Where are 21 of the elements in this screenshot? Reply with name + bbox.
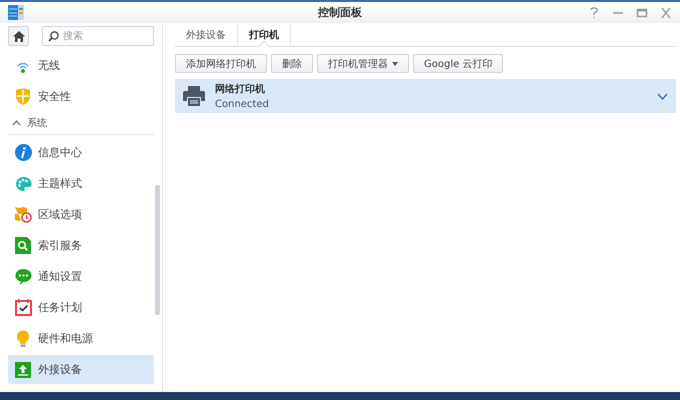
- sidebar-item[interactable]: 硬件和电源: [8, 324, 154, 353]
- sidebar-item[interactable]: 任务计划: [8, 293, 154, 322]
- printer-name: 网络打印机: [215, 82, 266, 96]
- sidebar-item[interactable]: 主题样式: [8, 169, 154, 198]
- toolbar-button[interactable]: Google 云打印: [413, 54, 504, 73]
- printer-status: Connected: [215, 99, 269, 110]
- toolbar-button[interactable]: 删除: [271, 54, 313, 73]
- tab[interactable]: 外接设备: [175, 23, 238, 46]
- sidebar-item[interactable]: 索引服务: [8, 231, 154, 260]
- printer-row[interactable]: 网络打印机 Connected: [175, 79, 676, 113]
- section-header[interactable]: 系统: [8, 112, 154, 135]
- window-title: 控制面板: [318, 6, 362, 19]
- sidebar-item[interactable]: 信息中心: [8, 138, 154, 167]
- toolbar-button[interactable]: 添加网络打印机: [175, 54, 267, 73]
- dropdown-button[interactable]: 打印机管理器: [317, 54, 409, 73]
- sidebar-item[interactable]: 安全性: [8, 82, 154, 111]
- sidebar-item[interactable]: 区域选项: [8, 200, 154, 229]
- sidebar-item[interactable]: 通知设置: [8, 262, 154, 291]
- sidebar-item[interactable]: 外接设备: [8, 355, 154, 384]
- search-field[interactable]: 搜索: [42, 26, 154, 46]
- sidebar-item[interactable]: 无线: [8, 51, 154, 80]
